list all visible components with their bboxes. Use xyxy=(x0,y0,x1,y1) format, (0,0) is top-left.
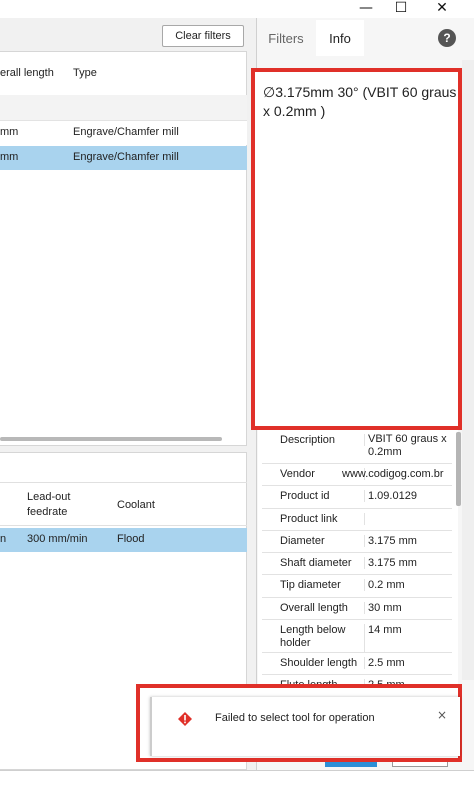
close-button[interactable]: ✕ xyxy=(424,0,460,18)
tool-table-group-row xyxy=(0,95,247,121)
property-value: 0.2 mm xyxy=(368,579,405,591)
warning-diamond-icon xyxy=(177,711,193,727)
property-name: Overall length xyxy=(262,602,365,614)
maximize-button[interactable]: ☐ xyxy=(383,0,419,18)
column-leadout-line1: Lead-out xyxy=(27,491,71,503)
column-type[interactable]: Type xyxy=(73,67,97,79)
property-row: Length below holder 14 mm xyxy=(262,620,452,653)
cell-type: Engrave/Chamfer mill xyxy=(73,126,179,138)
tool-title: ∅3.175mm 30° (VBIT 60 graus x 0.2mm ) xyxy=(263,84,457,119)
minimize-icon: — xyxy=(359,0,373,16)
close-icon: ✕ xyxy=(436,0,448,16)
horizontal-scrollbar[interactable] xyxy=(0,437,222,441)
toast-message: Failed to select tool for operation xyxy=(215,712,375,724)
tab-filters[interactable]: Filters xyxy=(258,20,314,56)
property-row: Shoulder length 2.5 mm xyxy=(262,653,452,675)
property-row: Overall length 30 mm xyxy=(262,598,452,620)
tool-preview-card xyxy=(251,68,462,430)
cell-prefix: n xyxy=(0,533,7,545)
toast-close-icon[interactable]: × xyxy=(437,708,447,722)
cell-coolant: Flood xyxy=(117,533,145,545)
property-value: 2.5 mm xyxy=(368,657,405,669)
background-window-edge xyxy=(462,60,474,680)
dialog-footer xyxy=(0,770,474,786)
property-value: 30 mm xyxy=(368,602,402,614)
cell-overall-length: mm xyxy=(0,151,19,163)
property-name: Product id xyxy=(262,490,365,502)
property-row: Tip diameter 0.2 mm xyxy=(262,575,452,598)
property-name: Shaft diameter xyxy=(262,557,365,569)
property-name: Shoulder length xyxy=(262,657,365,669)
divider xyxy=(0,482,247,483)
column-overall-length[interactable]: erall length xyxy=(0,67,54,79)
cell-type: Engrave/Chamfer mill xyxy=(73,151,179,163)
property-row: Vendor www.codigog.com.br xyxy=(262,464,452,486)
primary-button[interactable] xyxy=(325,762,377,767)
property-name: Description xyxy=(262,434,365,446)
column-leadout-feedrate[interactable]: Lead-out feedrate xyxy=(27,490,70,520)
property-row: Product link xyxy=(262,509,452,531)
clear-filters-button[interactable]: Clear filters xyxy=(162,25,244,47)
error-toast xyxy=(150,697,460,756)
property-value: www.codigog.com.br xyxy=(342,468,444,480)
property-row: Product id 1.09.0129 xyxy=(262,486,452,509)
vertical-scrollbar[interactable] xyxy=(456,432,461,506)
maximize-icon: ☐ xyxy=(394,0,408,16)
property-value: VBIT 60 graus x 0.2mm xyxy=(368,433,447,458)
property-name: Product link xyxy=(262,513,365,525)
app-window: — ☐ ✕ Clear filters erall length Type mm… xyxy=(0,0,474,786)
tab-info[interactable]: Info xyxy=(316,20,364,56)
cell-overall-length: mm xyxy=(0,126,19,138)
property-value: 14 mm xyxy=(368,624,402,636)
column-coolant[interactable]: Coolant xyxy=(117,499,155,511)
secondary-button[interactable] xyxy=(392,762,448,767)
help-icon[interactable]: ? xyxy=(438,29,456,47)
property-name: Tip diameter xyxy=(262,579,365,591)
property-row: Description VBIT 60 graus x 0.2mm xyxy=(262,430,452,464)
property-value: 1.09.0129 xyxy=(368,490,417,502)
property-row: Shaft diameter 3.175 mm xyxy=(262,553,452,575)
property-value: 3.175 mm xyxy=(368,535,417,547)
column-leadout-line2: feedrate xyxy=(27,506,68,518)
property-row: Diameter 3.175 mm xyxy=(262,531,452,553)
minimize-button[interactable]: — xyxy=(348,0,384,18)
property-name: Length below holder xyxy=(262,624,365,652)
divider xyxy=(0,525,247,526)
property-name: Diameter xyxy=(262,535,365,547)
cell-leadout-feedrate: 300 mm/min xyxy=(27,533,88,545)
property-value: 3.175 mm xyxy=(368,557,417,569)
